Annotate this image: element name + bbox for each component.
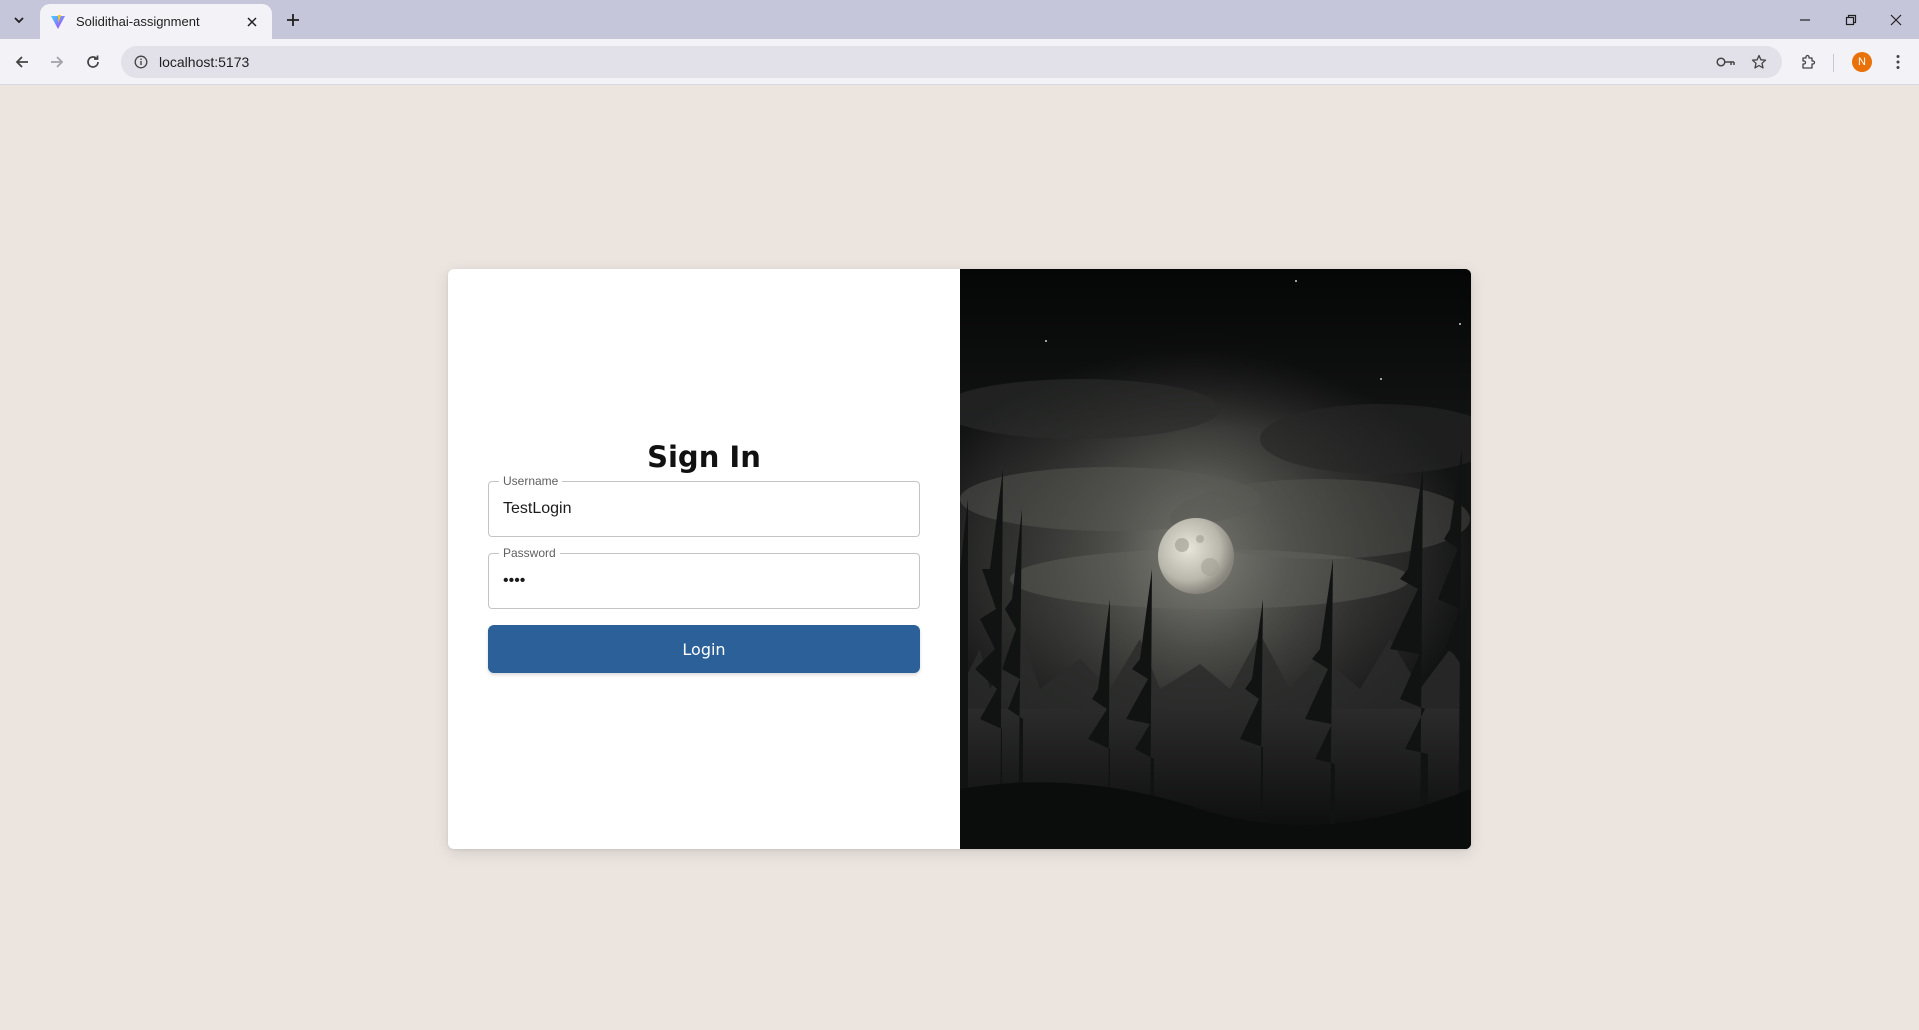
- info-icon[interactable]: [131, 52, 151, 72]
- close-window-button[interactable]: [1873, 0, 1919, 39]
- tab-search-button[interactable]: [6, 7, 32, 33]
- arrow-left-icon: [15, 56, 28, 68]
- tab-close-button[interactable]: [242, 12, 262, 32]
- login-form-panel: Sign In Username Password Login: [448, 269, 960, 849]
- close-icon: [247, 16, 257, 27]
- username-field: Username: [488, 474, 920, 537]
- tab-title: Solidithai-assignment: [76, 14, 200, 29]
- address-bar[interactable]: localhost:5173: [121, 46, 1782, 78]
- restore-button[interactable]: [1828, 0, 1874, 39]
- back-button[interactable]: [8, 48, 36, 76]
- avatar[interactable]: N: [1852, 52, 1872, 72]
- reload-icon: [87, 55, 99, 68]
- minimize-icon: [1800, 18, 1810, 21]
- plus-icon: [287, 14, 299, 26]
- password-field: Password: [488, 546, 920, 609]
- username-input[interactable]: [489, 482, 919, 536]
- extensions-button[interactable]: [1795, 48, 1823, 76]
- kebab-menu-icon: [1896, 55, 1900, 69]
- moonlit-forest-image: [960, 269, 1471, 849]
- password-input[interactable]: [489, 554, 919, 608]
- browser-tab-strip: Solidithai-assignment: [0, 0, 1919, 39]
- vite-logo-icon: [50, 14, 66, 30]
- browser-menu-button[interactable]: [1884, 48, 1912, 76]
- login-button[interactable]: Login: [488, 625, 920, 673]
- new-tab-button[interactable]: [280, 7, 306, 33]
- close-icon: [1890, 14, 1902, 25]
- forward-button[interactable]: [43, 48, 71, 76]
- minimize-button[interactable]: [1782, 0, 1828, 39]
- arrow-right-icon: [51, 56, 64, 68]
- browser-tab[interactable]: Solidithai-assignment: [40, 4, 272, 39]
- browser-toolbar: localhost:5173 N: [0, 39, 1919, 85]
- forest-illustration: [960, 269, 1471, 849]
- login-card: Sign In Username Password Login: [448, 269, 1471, 849]
- chevron-down-icon: [14, 17, 24, 24]
- page-title: Sign In: [647, 440, 761, 474]
- puzzle-icon: [1802, 54, 1816, 69]
- login-form: Sign In Username Password Login: [488, 435, 920, 673]
- restore-icon: [1845, 14, 1857, 25]
- key-icon[interactable]: [1715, 52, 1737, 72]
- url-text: localhost:5173: [159, 54, 250, 70]
- toolbar-divider: [1833, 54, 1834, 72]
- reload-button[interactable]: [79, 48, 107, 76]
- star-icon[interactable]: [1748, 52, 1770, 72]
